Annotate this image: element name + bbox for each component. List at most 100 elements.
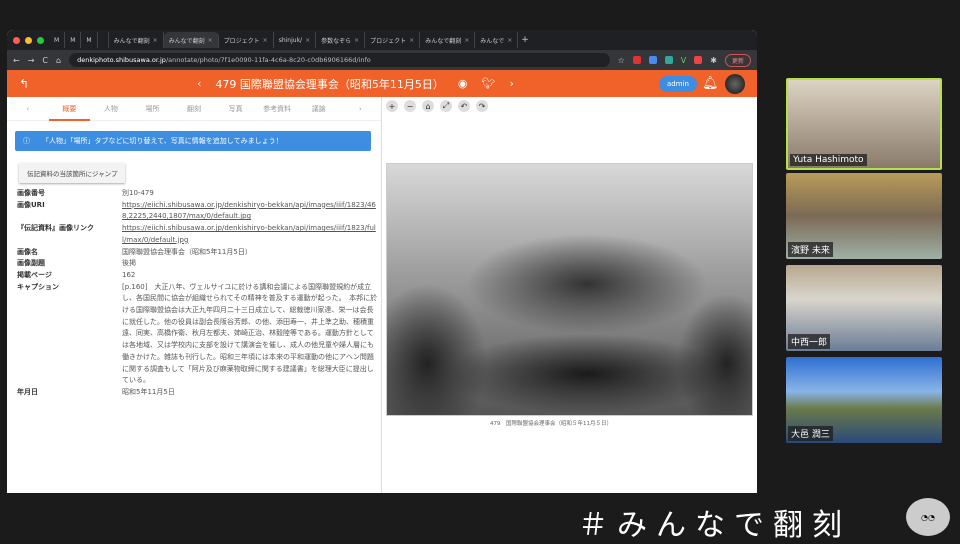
alert-text: 「人物」「場所」タブなどに切り替えて、写真に情報を追加してみましょう！	[42, 137, 283, 145]
close-tab-icon[interactable]: ×	[263, 37, 268, 44]
zoom-in-icon[interactable]: +	[386, 100, 398, 112]
maximize-button[interactable]	[37, 36, 44, 44]
close-tab-icon[interactable]: ×	[507, 37, 512, 44]
historical-photo[interactable]	[386, 163, 753, 416]
field-row: 掲載ページ 162	[17, 270, 381, 282]
field-link[interactable]: https://eiichi.shibusawa.or.jp/denkishir…	[122, 200, 380, 223]
browser-tab[interactable]	[98, 32, 109, 48]
eye-icon[interactable]: ◉	[458, 77, 468, 90]
browser-tab[interactable]: M	[49, 32, 66, 48]
back-icon[interactable]: ←	[13, 56, 20, 65]
user-avatar[interactable]	[725, 73, 745, 94]
participant-name: 中西一郎	[788, 334, 831, 349]
browser-tab[interactable]: みんなで翻刻 ×	[163, 32, 219, 48]
home-icon[interactable]: ⌂	[56, 56, 61, 65]
tab-title: みんなで翻刻	[113, 37, 150, 45]
browser-tab[interactable]: shinjuk/×	[274, 32, 317, 48]
video-tile[interactable]: 大邑 潤三	[786, 357, 942, 443]
info-panel: ‹ 概要 人物 場所 翻刻 写真 参考資料 議論 › ⓘ 「人物」「場所」タブなどに切り替えて、写…	[7, 97, 382, 493]
browser-tab[interactable]: M	[65, 32, 82, 48]
browser-tab[interactable]: みんなで翻刻 ×	[109, 32, 164, 48]
close-tab-icon[interactable]: ×	[409, 37, 414, 44]
field-value: [p.160] 大正八年、ヴェルサイユに於ける講和会議による国際聯盟規約が成立し…	[122, 282, 378, 385]
browser-tab[interactable]: みんなで ×	[475, 32, 519, 48]
close-window-button[interactable]	[13, 36, 20, 44]
extension-icon[interactable]	[648, 56, 657, 64]
field-row: 画像URI https://eiichi.shibusawa.or.jp/denk…	[17, 200, 381, 223]
tab-1[interactable]: 人物	[90, 104, 132, 114]
panel-tabs: ‹ 概要 人物 場所 翻刻 写真 参考資料 議論 ›	[7, 97, 381, 121]
viewer-toolbar: + − ⌂ ⤢ ↶ ↷	[382, 97, 757, 115]
browser-tab[interactable]: プロジェクト ×	[365, 32, 421, 48]
url-input[interactable]: denkiphoto.shibusawa.or.jp/annotate/phot…	[69, 53, 610, 67]
tab-title: みんなで翻刻	[168, 37, 205, 45]
tab-0[interactable]: 概要	[48, 104, 91, 121]
close-tab-icon[interactable]: ×	[208, 37, 213, 44]
url-host: denkiphoto.shibusawa.or.jp	[77, 56, 166, 64]
field-list: 画像番号 別10-479 画像URI https://eiichi.shibusawa…	[17, 188, 381, 399]
field-value: 昭和5年11月5日	[122, 387, 175, 396]
video-tile[interactable]: 中西一郎	[786, 265, 942, 351]
video-tile[interactable]: Yuta Hashimoto	[786, 78, 942, 170]
new-tab-button[interactable]: +	[521, 35, 529, 45]
extension-icon[interactable]	[632, 56, 641, 64]
update-button[interactable]: 更新	[724, 53, 751, 67]
mascot-logo-icon: ◔◔	[906, 498, 950, 536]
tab-title: みんなで翻刻	[425, 37, 462, 45]
rotate-left-icon[interactable]: ↶	[458, 100, 470, 112]
browser-tab[interactable]: M	[81, 32, 98, 48]
extension-icon[interactable]	[694, 56, 703, 64]
home-icon[interactable]: ⌂	[422, 100, 434, 112]
field-value: 別10-479	[122, 189, 154, 197]
tab-2[interactable]: 場所	[132, 104, 174, 114]
extension-v-icon[interactable]: V	[681, 56, 686, 65]
tab-6[interactable]: 議論	[298, 104, 340, 114]
field-label: 画像URI	[17, 200, 45, 209]
field-row: 画像番号 別10-479	[17, 188, 381, 200]
field-row: 『伝記資料』画像リンク https://eiichi.shibusawa.or.j…	[17, 223, 381, 246]
fullscreen-icon[interactable]: ⤢	[440, 100, 452, 112]
bookmark-star-icon[interactable]: ☆	[618, 56, 625, 65]
tabs-next-button[interactable]: ›	[340, 105, 382, 113]
tab-4[interactable]: 写真	[215, 104, 257, 114]
rotate-right-icon[interactable]: ↷	[476, 100, 488, 112]
tab-3[interactable]: 翻刻	[173, 104, 215, 114]
field-label: 画像副題	[17, 259, 45, 268]
field-label: 『伝記資料』画像リンク	[17, 224, 94, 233]
field-row: キャプション [p.160] 大正八年、ヴェルサイユに於ける講和会議による国際聯盟…	[17, 282, 381, 387]
zoom-out-icon[interactable]: −	[404, 100, 416, 112]
close-tab-icon[interactable]: ×	[354, 37, 359, 44]
image-viewer: + − ⌂ ⤢ ↶ ↷ 479 国際聯盟協会理事会（昭和５年11月５日）	[382, 97, 757, 493]
reload-icon[interactable]: C	[42, 56, 48, 65]
forward-icon[interactable]: →	[28, 56, 35, 65]
browser-tab[interactable]: みんなで翻刻 ×	[420, 32, 476, 48]
twitter-icon[interactable]: 🐦︎	[482, 77, 496, 90]
tab-title: 参数なぞら	[321, 37, 352, 45]
tab-title: プロジェクト	[223, 37, 260, 45]
close-tab-icon[interactable]: ×	[305, 37, 310, 44]
prev-photo-button[interactable]: ‹	[197, 77, 201, 90]
tab-title: M	[86, 36, 92, 44]
browser-tab[interactable]: 参数なぞら ×	[316, 32, 366, 48]
tab-title: M	[54, 36, 60, 44]
tabs-prev-button[interactable]: ‹	[7, 105, 49, 113]
bell-icon[interactable]: 🔔︎	[702, 76, 719, 91]
close-tab-icon[interactable]: ×	[464, 37, 469, 44]
close-tab-icon[interactable]: ×	[153, 37, 158, 44]
jump-button[interactable]: 伝記資料の当該箇所にジャンプ	[19, 163, 126, 183]
puzzle-icon[interactable]: ✱	[710, 56, 717, 65]
back-arrow-icon[interactable]: ↰	[19, 77, 29, 91]
field-label: 画像番号	[17, 189, 45, 197]
field-link[interactable]: https://eiichi.shibusawa.or.jp/denkishir…	[122, 223, 380, 246]
admin-button[interactable]: admin	[659, 75, 697, 92]
extension-icon[interactable]	[664, 56, 673, 64]
browser-tab[interactable]: プロジェクト ×	[219, 32, 274, 48]
next-photo-button[interactable]: ›	[509, 77, 513, 90]
field-label: 年月日	[17, 387, 38, 396]
tab-title: プロジェクト	[370, 37, 407, 45]
field-label: キャプション	[17, 282, 59, 291]
video-tile[interactable]: 濱野 未来	[786, 173, 942, 259]
tab-5[interactable]: 参考資料	[256, 104, 298, 114]
minimize-button[interactable]	[25, 36, 32, 44]
photo-caption: 479 国際聯盟協会理事会（昭和５年11月５日）	[490, 421, 612, 427]
